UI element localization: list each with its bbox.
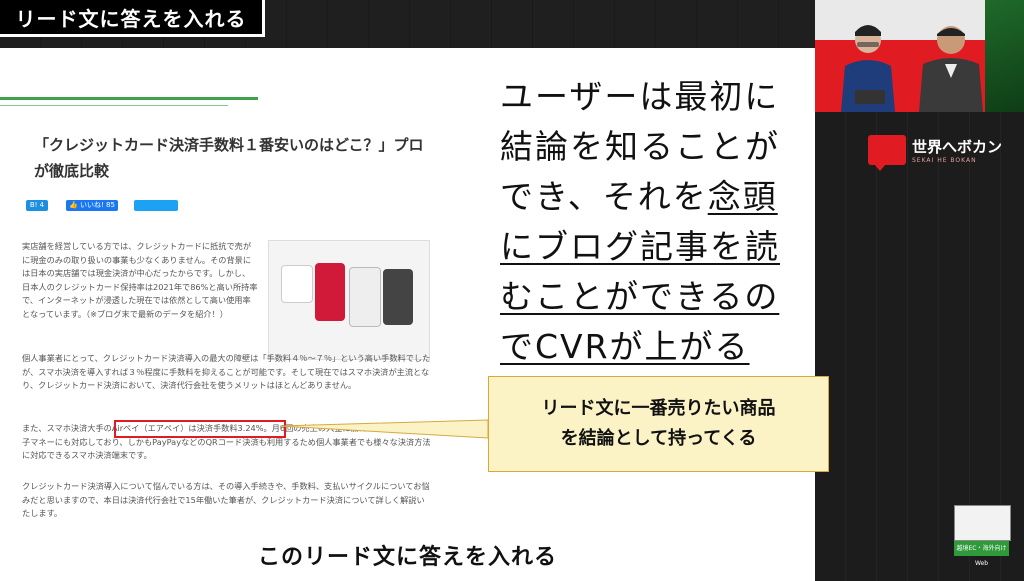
slide-title-box: リード文に答えを入れる (0, 0, 265, 37)
thumbnail-label: 越境EC・海外向けWeb (954, 541, 1009, 567)
presenter-right-image (919, 26, 983, 112)
article-title: 「クレジットカード決済手数料１番安いのはどこ？」プロが徹底比較 (34, 136, 424, 180)
plant-image (985, 0, 1024, 112)
brand-thumbnail (954, 505, 1011, 541)
green-divider-thin (0, 105, 228, 106)
tweet-button[interactable] (134, 200, 178, 211)
brand-subtitle: SEKAI HE BOKAN (912, 157, 977, 164)
speech-bubble-icon (868, 135, 906, 171)
subtitle-bar: このリード文に答えを入れる (0, 528, 815, 581)
slide-title: リード文に答えを入れる (15, 6, 247, 31)
main-line-1: ユーザーは最初に (500, 77, 780, 116)
brand-name: 世界へボカン (912, 138, 1003, 156)
main-line-3b: 念頭 (707, 177, 778, 216)
callout-box: リード文に一番売りたい商品 を結論として持ってくる (488, 376, 829, 472)
main-line-6: でCVRが上がる (500, 327, 750, 366)
callout-pointer (280, 419, 489, 439)
callout-line-2: を結論として持ってくる (560, 428, 757, 449)
main-line-3a: でき、それを (500, 177, 708, 216)
facebook-like-button[interactable]: 👍 いいね! 85 (66, 200, 118, 211)
hatena-bookmark-button[interactable]: B! 4 (26, 200, 48, 211)
article-paragraph-1: 実店舗を経営している方では、クレジットカードに抵抗で売がに現金のみの取り扱いの事… (22, 241, 258, 319)
brand-logo: 世界へボカン SEKAI HE BOKAN (868, 130, 1008, 171)
presenter-left-image (841, 25, 895, 112)
main-message: ユーザーは最初に 結論を知ることが でき、それを念頭 にブログ記事を読 むことが… (500, 72, 818, 372)
main-line-5: むことができるの (500, 277, 780, 316)
main-line-4: にブログ記事を読 (500, 227, 780, 266)
article-paragraph-4: クレジットカード決済導入について悩んでいる方は、その導入手続きや、手数料、支払い… (22, 481, 430, 519)
main-line-2: 結論を知ることが (500, 127, 780, 166)
subtitle-text: このリード文に答えを入れる (257, 544, 557, 570)
green-divider (0, 97, 258, 100)
callout-line-1: リード文に一番売りたい商品 (541, 398, 776, 419)
article-paragraph-2: 個人事業者にとって、クレジットカード決済導入の最大の障壁は「手数料４％～７％」と… (22, 353, 431, 391)
highlight-box (114, 420, 286, 438)
payment-terminals-image (268, 240, 430, 360)
